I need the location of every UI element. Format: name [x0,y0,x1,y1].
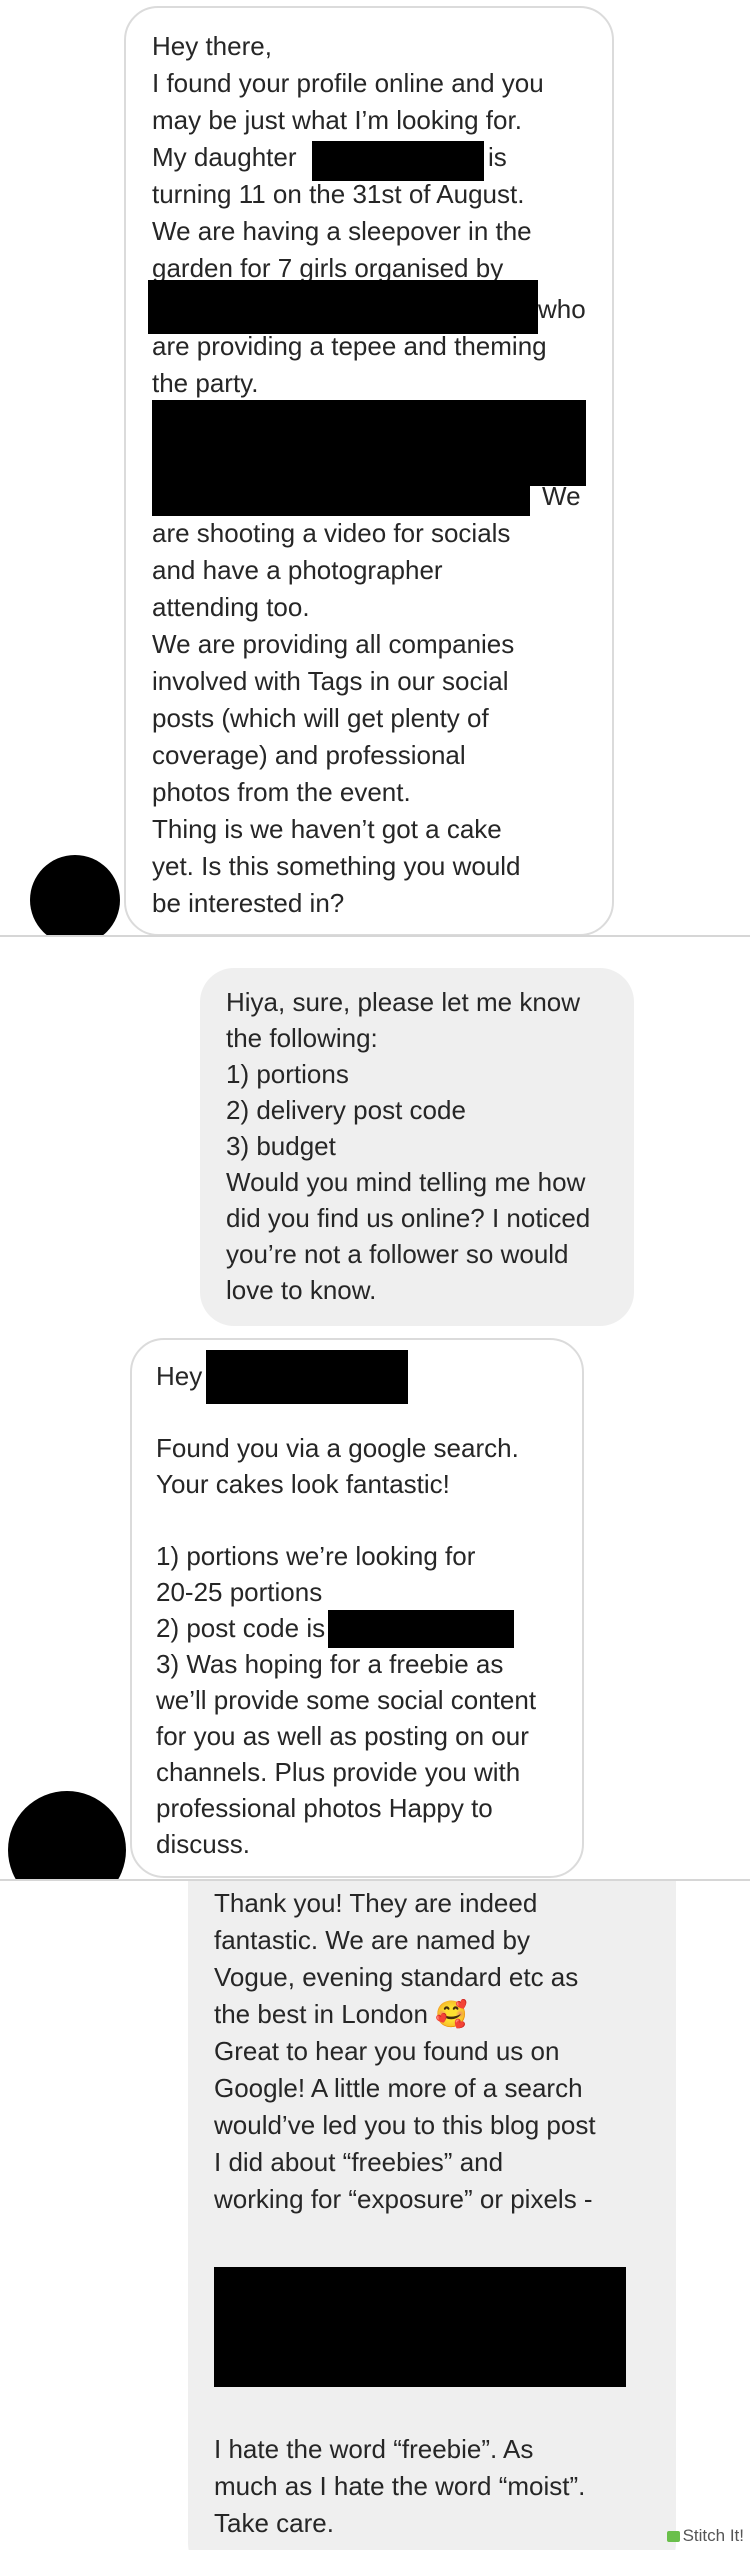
message-line: I found your profile online and you [152,68,544,98]
message-line: Great to hear you found us on [214,2036,560,2066]
redacted-blog-link [214,2267,626,2387]
stitch-icon [666,2531,680,2542]
redacted-name [312,141,484,181]
message-line: who [538,294,586,324]
message-line: 1) portions [226,1059,349,1089]
message-line: may be just what I’m looking for. [152,105,522,135]
message-line: 1) portions we’re looking for [156,1541,476,1571]
message-line: discuss. [156,1829,250,1859]
redacted-company [148,280,538,334]
message-line: you’re not a follower so would [226,1239,569,1269]
message-line: 2) post code is [156,1613,326,1643]
message-line: 3) budget [226,1131,336,1161]
message-line: coverage) and professional [152,740,466,770]
message-line: 20-25 portions [156,1577,323,1607]
message-line: Hey [156,1361,203,1391]
message-line: channels. Plus provide you with [156,1757,521,1787]
message-line: love to know. [226,1275,377,1305]
redacted-name [206,1350,408,1404]
message-line: much as I hate the word “moist”. [214,2471,586,2501]
message-line: we’ll provide some social content [156,1685,537,1715]
message-bubble-incoming: Hey there, I found your profile online a… [124,6,614,935]
message-line: fantastic. We are named by [214,1925,531,1955]
redacted-text-block [152,478,530,516]
message-line: professional photos Happy to [156,1793,493,1823]
watermark-text: Stitch It! [682,2526,744,2545]
message-line: Google! A little more of a search [214,2073,583,2103]
message-bubble-outgoing: Thank you! They are indeed fantastic. We… [188,1881,676,2550]
stitch-it-watermark: Stitch It! [666,2526,744,2546]
message-line: 3) Was hoping for a freebie as [156,1649,504,1679]
message-line: Would you mind telling me how [226,1167,586,1197]
message-line: the following: [226,1023,378,1053]
message-line: Hey there, [152,31,272,61]
message-line: be interested in? [152,888,345,918]
message-line: I hate the word “freebie”. As [214,2434,534,2464]
message-line: I did about “freebies” and [214,2147,504,2177]
message-line: Your cakes look fantastic! [156,1469,450,1499]
sender-avatar[interactable] [8,1791,126,1879]
message-line: We are having a sleepover in the [152,216,532,246]
screenshot-panel-3: Thank you! They are indeed fantastic. We… [0,1881,750,2550]
message-line: would’ve led you to this blog post [214,2110,596,2140]
message-line: is [488,142,507,172]
message-bubble-incoming: Hey Found you via a google search. Your … [130,1338,584,1878]
message-line: for you as well as posting on our [156,1721,529,1751]
message-line: Thing is we haven’t got a cake [152,814,502,844]
message-line: Take care. [214,2508,334,2538]
message-line: working for “exposure” or pixels - [214,2184,593,2214]
message-line: 2) delivery post code [226,1095,466,1125]
message-line: Hiya, sure, please let me know [226,987,581,1017]
message-line: are providing a tepee and theming [152,331,547,361]
message-line: We [542,481,581,511]
sender-avatar[interactable] [30,855,120,935]
message-line: the party. [152,368,259,398]
message-bubble-outgoing: Hiya, sure, please let me know the follo… [200,968,634,1326]
message-line: are shooting a video for socials [152,518,511,548]
message-line: posts (which will get plenty of [152,703,489,733]
message-line: the best in London 🥰 [214,1999,468,2029]
redacted-text-block [152,400,586,486]
message-line: turning 11 on the 31st of August. [152,179,525,209]
screenshot-panel-2: Hiya, sure, please let me know the follo… [0,937,750,1879]
message-line: involved with Tags in our social [152,666,509,696]
message-line: photos from the event. [152,777,411,807]
message-line: We are providing all companies [152,629,515,659]
message-line: My daughter [152,142,297,172]
screenshot-panel-1: Hey there, I found your profile online a… [0,0,750,935]
message-line: did you find us online? I noticed [226,1203,591,1233]
message-line: Thank you! They are indeed [214,1888,538,1918]
message-line: and have a photographer [152,555,443,585]
message-line: yet. Is this something you would [152,851,521,881]
message-line: Found you via a google search. [156,1433,519,1463]
message-line: Vogue, evening standard etc as [214,1962,579,1992]
message-line: attending too. [152,592,310,622]
redacted-post-code [328,1610,514,1648]
